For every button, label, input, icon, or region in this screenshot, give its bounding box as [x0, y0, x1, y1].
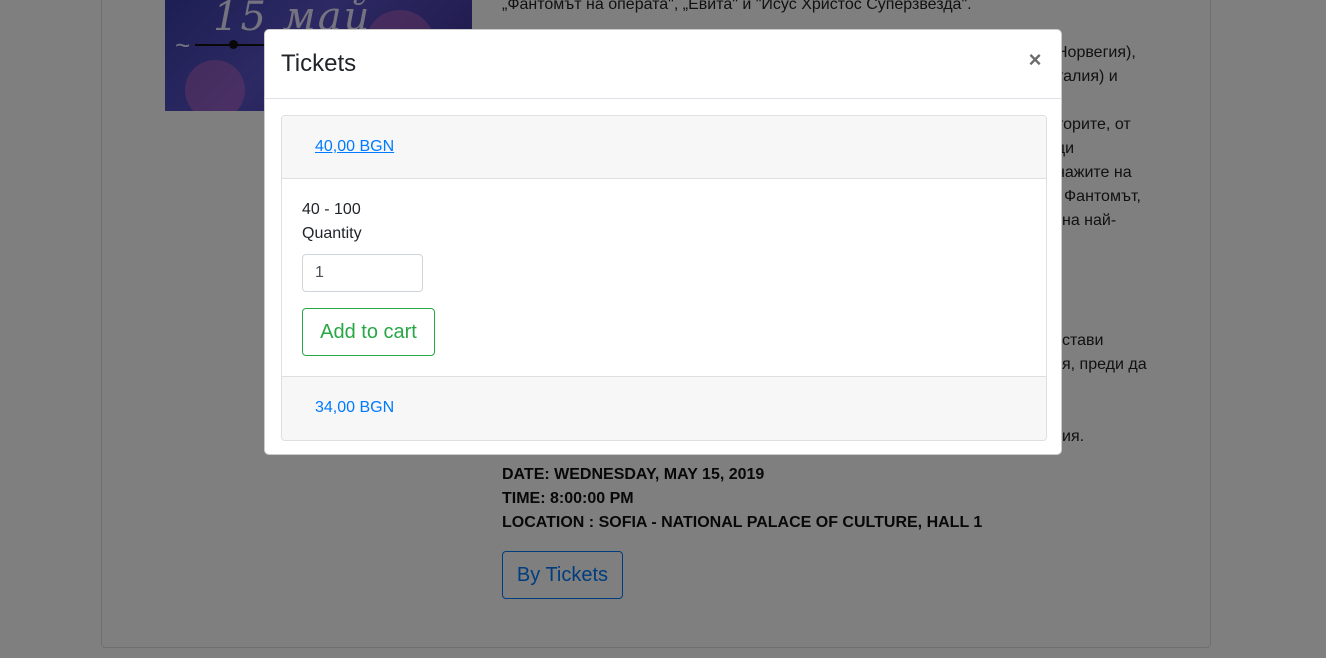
close-icon[interactable]: × [1025, 48, 1045, 72]
modal-body: 40,00 BGN 40 - 100 Quantity Add to cart … [281, 115, 1047, 441]
ticket-header-1[interactable]: 40,00 BGN [282, 116, 1046, 179]
add-to-cart-button[interactable]: Add to cart [302, 308, 435, 356]
tickets-modal: Tickets × 40,00 BGN 40 - 100 Quantity Ad… [264, 29, 1062, 455]
ticket-header-2[interactable]: 34,00 BGN [282, 377, 1046, 440]
ticket-price-link[interactable]: 34,00 BGN [315, 399, 394, 417]
ticket-body-1: 40 - 100 Quantity Add to cart [282, 179, 1046, 377]
modal-header: Tickets × [265, 30, 1061, 99]
ticket-price-link[interactable]: 40,00 BGN [315, 138, 394, 156]
quantity-label: Quantity [302, 225, 362, 242]
quantity-input[interactable] [302, 254, 423, 292]
modal-title: Tickets [281, 50, 357, 77]
ticket-range: 40 - 100 [302, 201, 361, 218]
tickets-accordion: 40,00 BGN 40 - 100 Quantity Add to cart … [281, 115, 1047, 441]
